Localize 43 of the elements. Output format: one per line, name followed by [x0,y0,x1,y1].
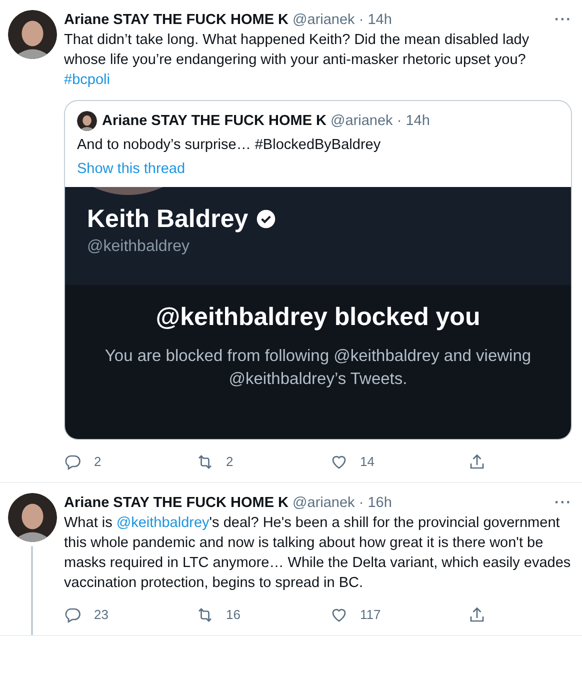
link[interactable]: #bcpoli [64,72,110,88]
profile-handle: @keithbaldrey [87,237,191,257]
action-count: 23 [94,606,108,624]
heart-icon [330,606,348,624]
show-thread-link[interactable]: Show this thread [77,159,186,179]
author-name[interactable]: Ariane STAY THE FUCK HOME K [64,10,289,30]
avatar[interactable] [77,111,97,131]
share-icon [468,453,486,471]
blocked-title: @keithbaldrey blocked you [154,302,482,333]
quoted-text: And to nobody’s surprise… #BlockedByBaldrey [77,136,382,155]
profile-name: Keith Baldrey [87,204,248,235]
action-count: 16 [226,606,240,624]
handle-and-time[interactable]: @arianek · 14h [330,111,430,131]
retweet-button[interactable]: 2 [196,452,234,472]
profile-avatar [93,187,163,195]
reply-button[interactable]: 2 [64,452,102,472]
retweet-icon [196,606,214,624]
retweet-icon [196,453,214,471]
reply-icon [64,606,82,624]
reply-button[interactable]: 23 [64,605,108,625]
avatar[interactable] [8,10,57,59]
share-icon [468,606,486,624]
action-count: 2 [226,453,234,471]
more-options-button[interactable]: ··· [554,10,572,30]
tweet-text: That didn’t take long. What happened Keith? Did the mean disabled lady whose life you’re endangering with your anti-masker rhetoric upset you? #bcpoli [64,31,530,90]
action-count: 117 [360,606,381,624]
quoted-tweet[interactable] [64,100,572,440]
heart-icon [330,453,348,471]
like-button[interactable]: 117 [330,605,381,625]
handle-and-time[interactable]: @arianek · 16h [292,493,392,513]
handle-and-time[interactable]: @arianek · 14h [292,10,392,30]
like-button[interactable]: 14 [330,452,374,472]
tweet-text: What is @keithbaldrey's deal? He's been a shill for the provincial government this whole pandemic and now is talking about how great it is there won't be masks required in LTC anymore… While the Delta variant, which easily evades vaccination protection, begins to spread in BC. [64,514,572,593]
avatar[interactable] [8,493,57,542]
author-name[interactable]: Ariane STAY THE FUCK HOME K [102,111,327,131]
action-count: 14 [360,453,374,471]
blocked-message: You are blocked from following @keithbaldrey and viewing @keithbaldrey’s Tweets. [104,346,532,390]
reply-icon [64,453,82,471]
link[interactable]: @keithbaldrey [116,515,210,531]
more-options-button[interactable]: ··· [554,493,572,513]
action-count: 2 [94,453,102,471]
author-name[interactable]: Ariane STAY THE FUCK HOME K [64,493,289,513]
retweet-button[interactable]: 16 [196,605,240,625]
